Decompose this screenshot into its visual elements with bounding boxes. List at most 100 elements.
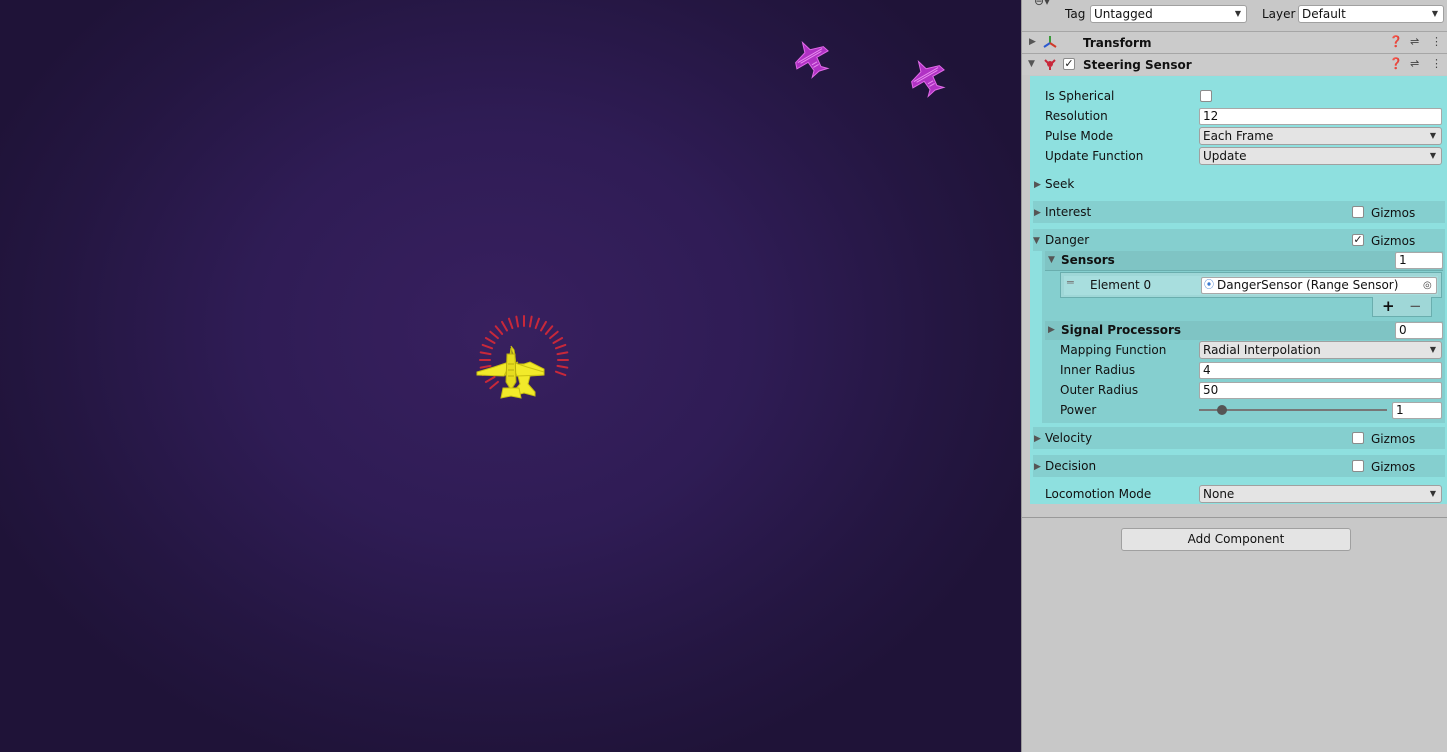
- pulse-mode-dropdown[interactable]: Each Frame ▼: [1199, 127, 1442, 145]
- decision-gizmos-checkbox[interactable]: [1352, 460, 1364, 472]
- game-view[interactable]: [0, 0, 1021, 752]
- inner-radius-field[interactable]: 4: [1199, 362, 1442, 379]
- layer-dropdown[interactable]: Default ▼: [1298, 5, 1444, 23]
- fold-right-icon[interactable]: ▶: [1048, 325, 1055, 335]
- chevron-down-icon: ▼: [1429, 345, 1436, 354]
- fold-down-icon[interactable]: ▼: [1028, 59, 1035, 69]
- mapping-function-value: Radial Interpolation: [1203, 343, 1321, 357]
- danger-ring-tick: [507, 317, 514, 330]
- fold-right-icon[interactable]: ▶: [1034, 434, 1041, 444]
- seek-foldout[interactable]: Seek: [1045, 177, 1074, 191]
- chevron-down-icon: ▼: [1431, 9, 1438, 18]
- danger-ring-tick: [489, 380, 499, 390]
- danger-foldout[interactable]: Danger: [1045, 233, 1089, 247]
- element-object-field[interactable]: ⦿ DangerSensor (Range Sensor) ◎: [1201, 277, 1437, 294]
- more-icon[interactable]: ⋮: [1431, 35, 1442, 48]
- chevron-down-icon: ▼: [1429, 131, 1436, 140]
- more-icon[interactable]: ⋮: [1431, 57, 1442, 70]
- steering-sensor-header[interactable]: ▼ ✓ Steering Sensor ❓ ⇌ ⋮: [1022, 53, 1447, 75]
- danger-ring-tick: [484, 337, 496, 344]
- help-icon[interactable]: ❓: [1389, 57, 1403, 70]
- danger-ring-tick: [549, 330, 559, 340]
- resolution-field[interactable]: 12: [1199, 108, 1442, 125]
- layer-label: Layer: [1262, 7, 1296, 21]
- add-component-button[interactable]: Add Component: [1121, 528, 1351, 551]
- enemy-ship: [911, 60, 946, 98]
- outer-radius-label: Outer Radius: [1060, 383, 1139, 397]
- chevron-down-icon: ▼: [1429, 489, 1436, 498]
- layer-value: Default: [1302, 7, 1346, 21]
- tag-dropdown[interactable]: Untagged ▼: [1090, 5, 1247, 23]
- outer-radius-field[interactable]: 50: [1199, 382, 1442, 399]
- fold-right-icon[interactable]: ▶: [1034, 462, 1041, 472]
- inner-radius-label: Inner Radius: [1060, 363, 1136, 377]
- decision-foldout[interactable]: Decision: [1045, 459, 1096, 473]
- is-spherical-checkbox[interactable]: [1200, 90, 1212, 102]
- fold-down-icon[interactable]: ▼: [1033, 236, 1040, 246]
- danger-ring-tick: [528, 315, 533, 328]
- signal-processors-count-field[interactable]: 0: [1395, 322, 1443, 339]
- danger-ring-tick: [540, 320, 547, 332]
- signal-processors-header[interactable]: ▶ Signal Processors 0: [1045, 321, 1443, 340]
- danger-ring-tick: [554, 343, 567, 350]
- chevron-down-icon: ▼: [1234, 9, 1241, 18]
- component-enabled-checkbox[interactable]: ✓: [1063, 58, 1075, 70]
- list-footer: + −: [1372, 297, 1432, 317]
- object-icon[interactable]: ⊖▾: [1034, 0, 1050, 8]
- tag-value: Untagged: [1094, 7, 1153, 21]
- element-value: DangerSensor (Range Sensor): [1217, 278, 1399, 292]
- steering-sensor-icon: [1044, 59, 1056, 70]
- list-item[interactable]: ═ Element 0 ⦿ DangerSensor (Range Sensor…: [1064, 276, 1438, 295]
- drag-handle-icon[interactable]: ═: [1067, 276, 1074, 289]
- danger-ring-tick: [494, 325, 504, 335]
- power-slider-track[interactable]: [1199, 405, 1387, 415]
- danger-ring-tick: [515, 315, 520, 328]
- fold-right-icon[interactable]: ▶: [1034, 180, 1041, 190]
- locomotion-mode-value: None: [1203, 487, 1235, 501]
- interest-gizmos-checkbox[interactable]: [1352, 206, 1364, 218]
- sensors-list: ═ Element 0 ⦿ DangerSensor (Range Sensor…: [1060, 272, 1442, 298]
- locomotion-mode-label: Locomotion Mode: [1045, 487, 1152, 501]
- resolution-label: Resolution: [1045, 109, 1108, 123]
- update-function-dropdown[interactable]: Update ▼: [1199, 147, 1442, 165]
- tag-label: Tag: [1065, 7, 1086, 21]
- add-element-button[interactable]: +: [1382, 297, 1395, 315]
- divider: [1022, 517, 1447, 518]
- danger-ring-tick: [556, 351, 569, 356]
- sensor-icon: ⦿: [1204, 280, 1214, 291]
- sensors-count-field[interactable]: 1: [1395, 252, 1443, 269]
- player-ship: [476, 315, 569, 399]
- danger-ring-tick: [481, 343, 494, 350]
- danger-ring-tick: [556, 364, 569, 369]
- power-slider-thumb[interactable]: [1216, 405, 1227, 415]
- sensors-list-header[interactable]: ▼ Sensors 1: [1045, 251, 1443, 271]
- mapping-function-dropdown[interactable]: Radial Interpolation ▼: [1199, 341, 1442, 359]
- remove-element-button[interactable]: −: [1409, 297, 1422, 315]
- pulse-mode-label: Pulse Mode: [1045, 129, 1114, 143]
- preset-icon[interactable]: ⇌: [1410, 57, 1419, 70]
- chevron-down-icon: ▼: [1429, 151, 1436, 160]
- danger-ring-tick: [554, 370, 567, 377]
- interest-gizmos-label: Gizmos: [1371, 206, 1416, 220]
- power-field[interactable]: 1: [1392, 402, 1442, 419]
- velocity-foldout[interactable]: Velocity: [1045, 431, 1092, 445]
- transform-title: Transform: [1083, 36, 1152, 50]
- fold-right-icon[interactable]: ▶: [1029, 37, 1036, 47]
- interest-foldout[interactable]: Interest: [1045, 205, 1091, 219]
- sensors-label: Sensors: [1061, 253, 1115, 267]
- danger-gizmos-checkbox[interactable]: ✓: [1352, 234, 1364, 246]
- danger-ring-tick: [544, 325, 554, 335]
- object-picker-icon[interactable]: ◎: [1423, 278, 1432, 293]
- steering-sensor-body: Is Spherical Resolution 12 Pulse Mode Ea…: [1030, 76, 1447, 504]
- object-header: ⊖▾ Tag Untagged ▼ Layer Default ▼: [1022, 0, 1447, 30]
- preset-icon[interactable]: ⇌: [1410, 35, 1419, 48]
- fold-right-icon[interactable]: ▶: [1034, 208, 1041, 218]
- velocity-gizmos-checkbox[interactable]: [1352, 432, 1364, 444]
- fold-down-icon[interactable]: ▼: [1048, 255, 1055, 265]
- transform-header[interactable]: ▶ Transform ❓ ⇌ ⋮: [1022, 31, 1447, 53]
- help-icon[interactable]: ❓: [1389, 35, 1403, 48]
- danger-ring-tick: [552, 337, 564, 344]
- velocity-gizmos-label: Gizmos: [1371, 432, 1416, 446]
- power-label: Power: [1060, 403, 1097, 417]
- locomotion-mode-dropdown[interactable]: None ▼: [1199, 485, 1442, 503]
